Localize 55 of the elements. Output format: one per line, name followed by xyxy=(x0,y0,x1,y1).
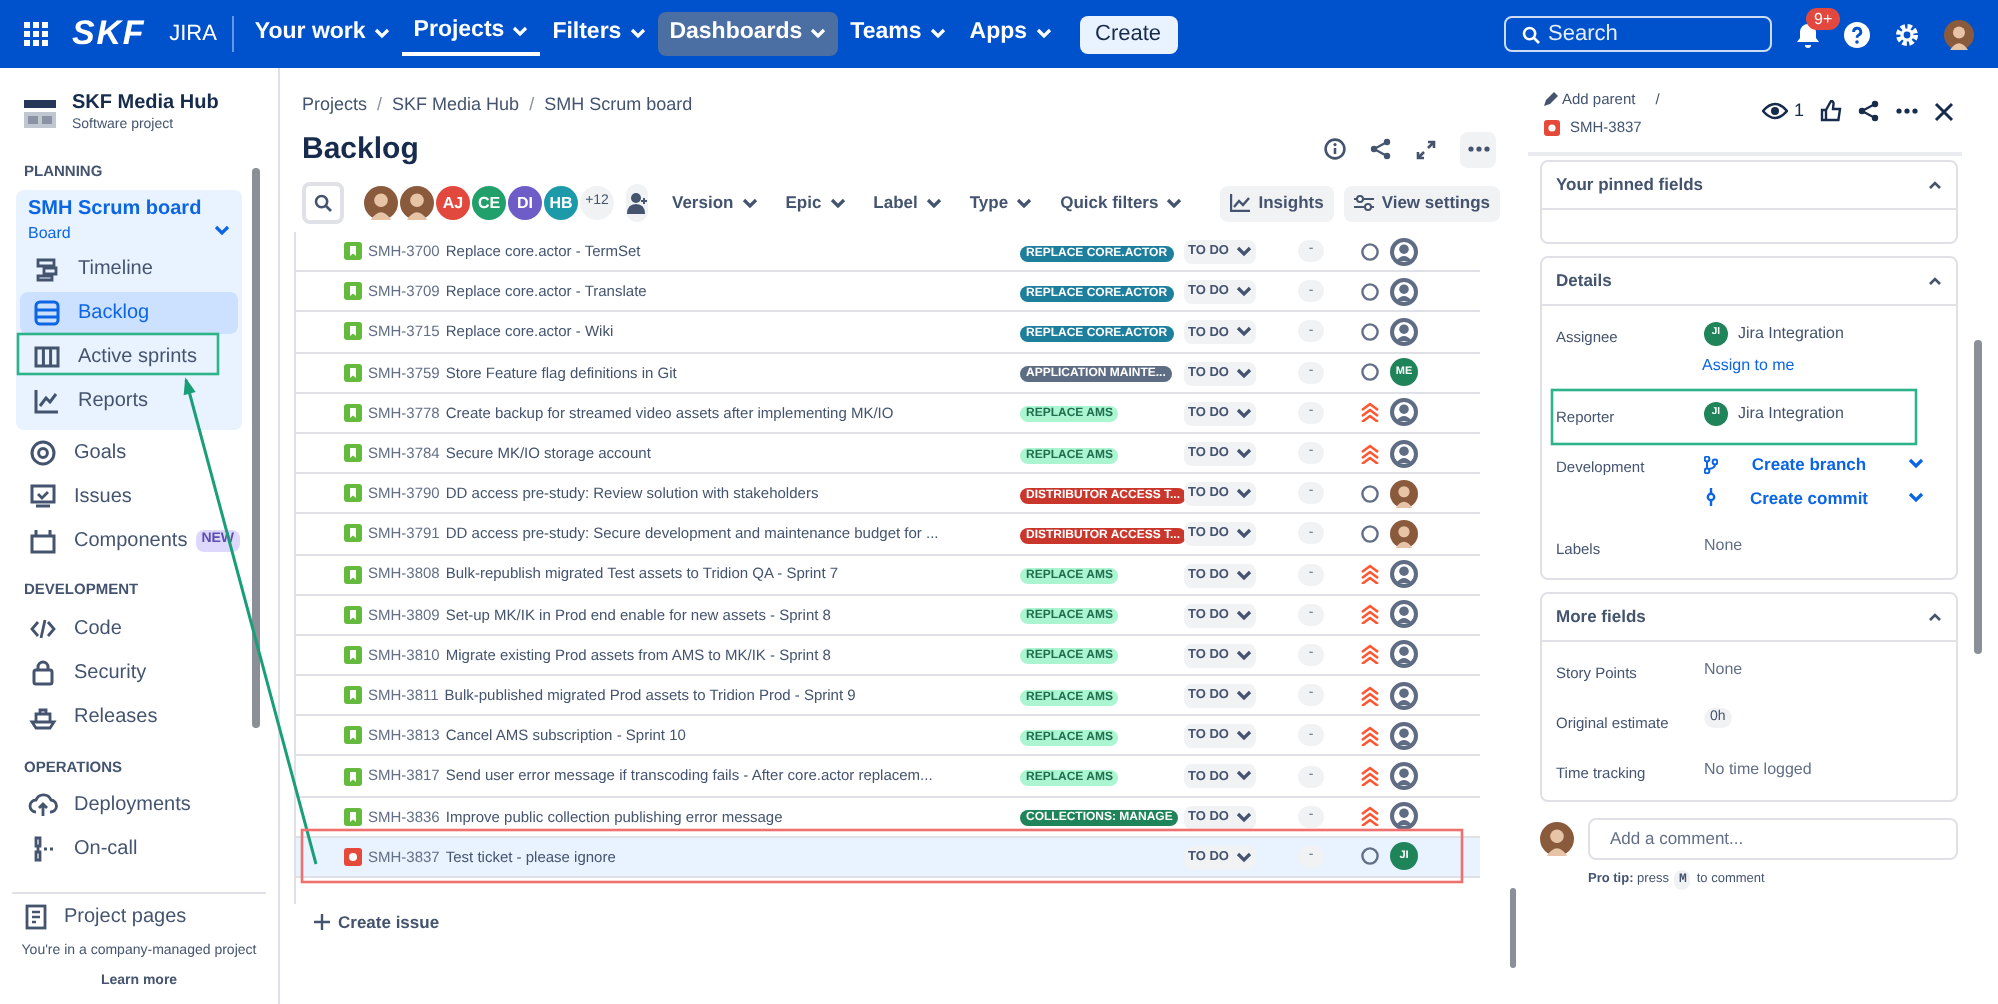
section-title[interactable]: Your pinned fields xyxy=(1556,171,1704,197)
breadcrumb-link[interactable]: SMH Scrum board xyxy=(544,92,693,119)
nav-menu[interactable]: Teams xyxy=(838,12,958,56)
filter-dropdown[interactable]: Label xyxy=(873,190,942,216)
field-value[interactable]: None xyxy=(1704,657,1743,681)
sidebar-item[interactable]: Issues xyxy=(16,475,242,518)
sidebar-item[interactable]: Security xyxy=(16,652,242,694)
section-title[interactable]: Details xyxy=(1556,267,1612,293)
sidebar-item[interactable]: Timeline xyxy=(20,247,238,290)
filter-dropdown[interactable]: Epic xyxy=(785,190,846,216)
comment-field[interactable]: Add a comment... xyxy=(1588,818,1958,861)
avatar[interactable]: DI xyxy=(508,186,542,220)
board-subtitle: Board xyxy=(28,222,73,247)
avatar[interactable]: AJ xyxy=(436,186,470,220)
nav-menu[interactable]: Projects xyxy=(401,12,541,56)
field-value[interactable]: Jira Integration xyxy=(1738,321,1844,345)
watch-button[interactable]: 1 xyxy=(1761,98,1804,125)
board-title[interactable]: SMH Scrum board xyxy=(28,198,202,223)
filter-dropdown[interactable]: Type xyxy=(969,190,1033,216)
field-value[interactable]: No time logged xyxy=(1704,758,1812,782)
nav-menu[interactable]: Apps xyxy=(957,12,1064,56)
notification-badge: 9+ xyxy=(1806,7,1841,29)
logo[interactable]: SKF xyxy=(72,8,146,60)
project-name[interactable]: SKF Media Hub xyxy=(72,92,219,116)
breadcrumb-link[interactable]: SKF Media Hub xyxy=(392,92,520,119)
sidebar-item[interactable]: Active sprints xyxy=(20,335,238,378)
page-title: Backlog xyxy=(302,129,419,169)
sidebar-item[interactable]: Releases xyxy=(16,696,242,738)
section-title[interactable]: More fields xyxy=(1556,603,1646,629)
sidebar-item[interactable]: Reports xyxy=(20,379,238,422)
product-name: JIRA xyxy=(169,19,217,50)
nav-menu[interactable]: Dashboards xyxy=(657,12,839,56)
insights-button[interactable]: Insights xyxy=(1220,185,1334,221)
dev-action-link[interactable]: Create commit xyxy=(1704,485,1924,511)
project-pages-link[interactable]: Project pages xyxy=(12,902,199,932)
field-value[interactable]: None xyxy=(1704,534,1743,559)
view-settings-button[interactable]: View settings xyxy=(1343,185,1500,221)
create-button[interactable]: Create xyxy=(1079,15,1178,53)
sidebar-item[interactable]: On-call xyxy=(16,828,242,871)
breadcrumb-separator: / xyxy=(377,92,383,118)
filter-dropdown[interactable]: Quick filters xyxy=(1060,190,1183,216)
dev-action-link[interactable]: Create branch xyxy=(1704,451,1924,477)
filter-dropdown[interactable]: Version xyxy=(672,190,758,216)
assign-to-me-link[interactable]: Assign to me xyxy=(1702,353,1844,377)
create-issue-button[interactable]: Create issue xyxy=(314,910,440,936)
breadcrumb-link[interactable]: Projects xyxy=(302,92,368,119)
field-value[interactable]: Jira Integration xyxy=(1738,401,1844,425)
nav-menu[interactable]: Filters xyxy=(540,12,658,56)
breadcrumb-separator: / xyxy=(529,92,535,118)
search-field[interactable]: Search xyxy=(1504,16,1772,52)
nav-menu[interactable]: Your work xyxy=(242,12,402,56)
sidebar-item[interactable]: Goals xyxy=(16,431,242,474)
sidebar-item[interactable]: Code xyxy=(16,608,242,650)
sidebar-item[interactable]: Backlog xyxy=(20,291,238,334)
sidebar-item[interactable]: Deployments xyxy=(16,784,242,827)
